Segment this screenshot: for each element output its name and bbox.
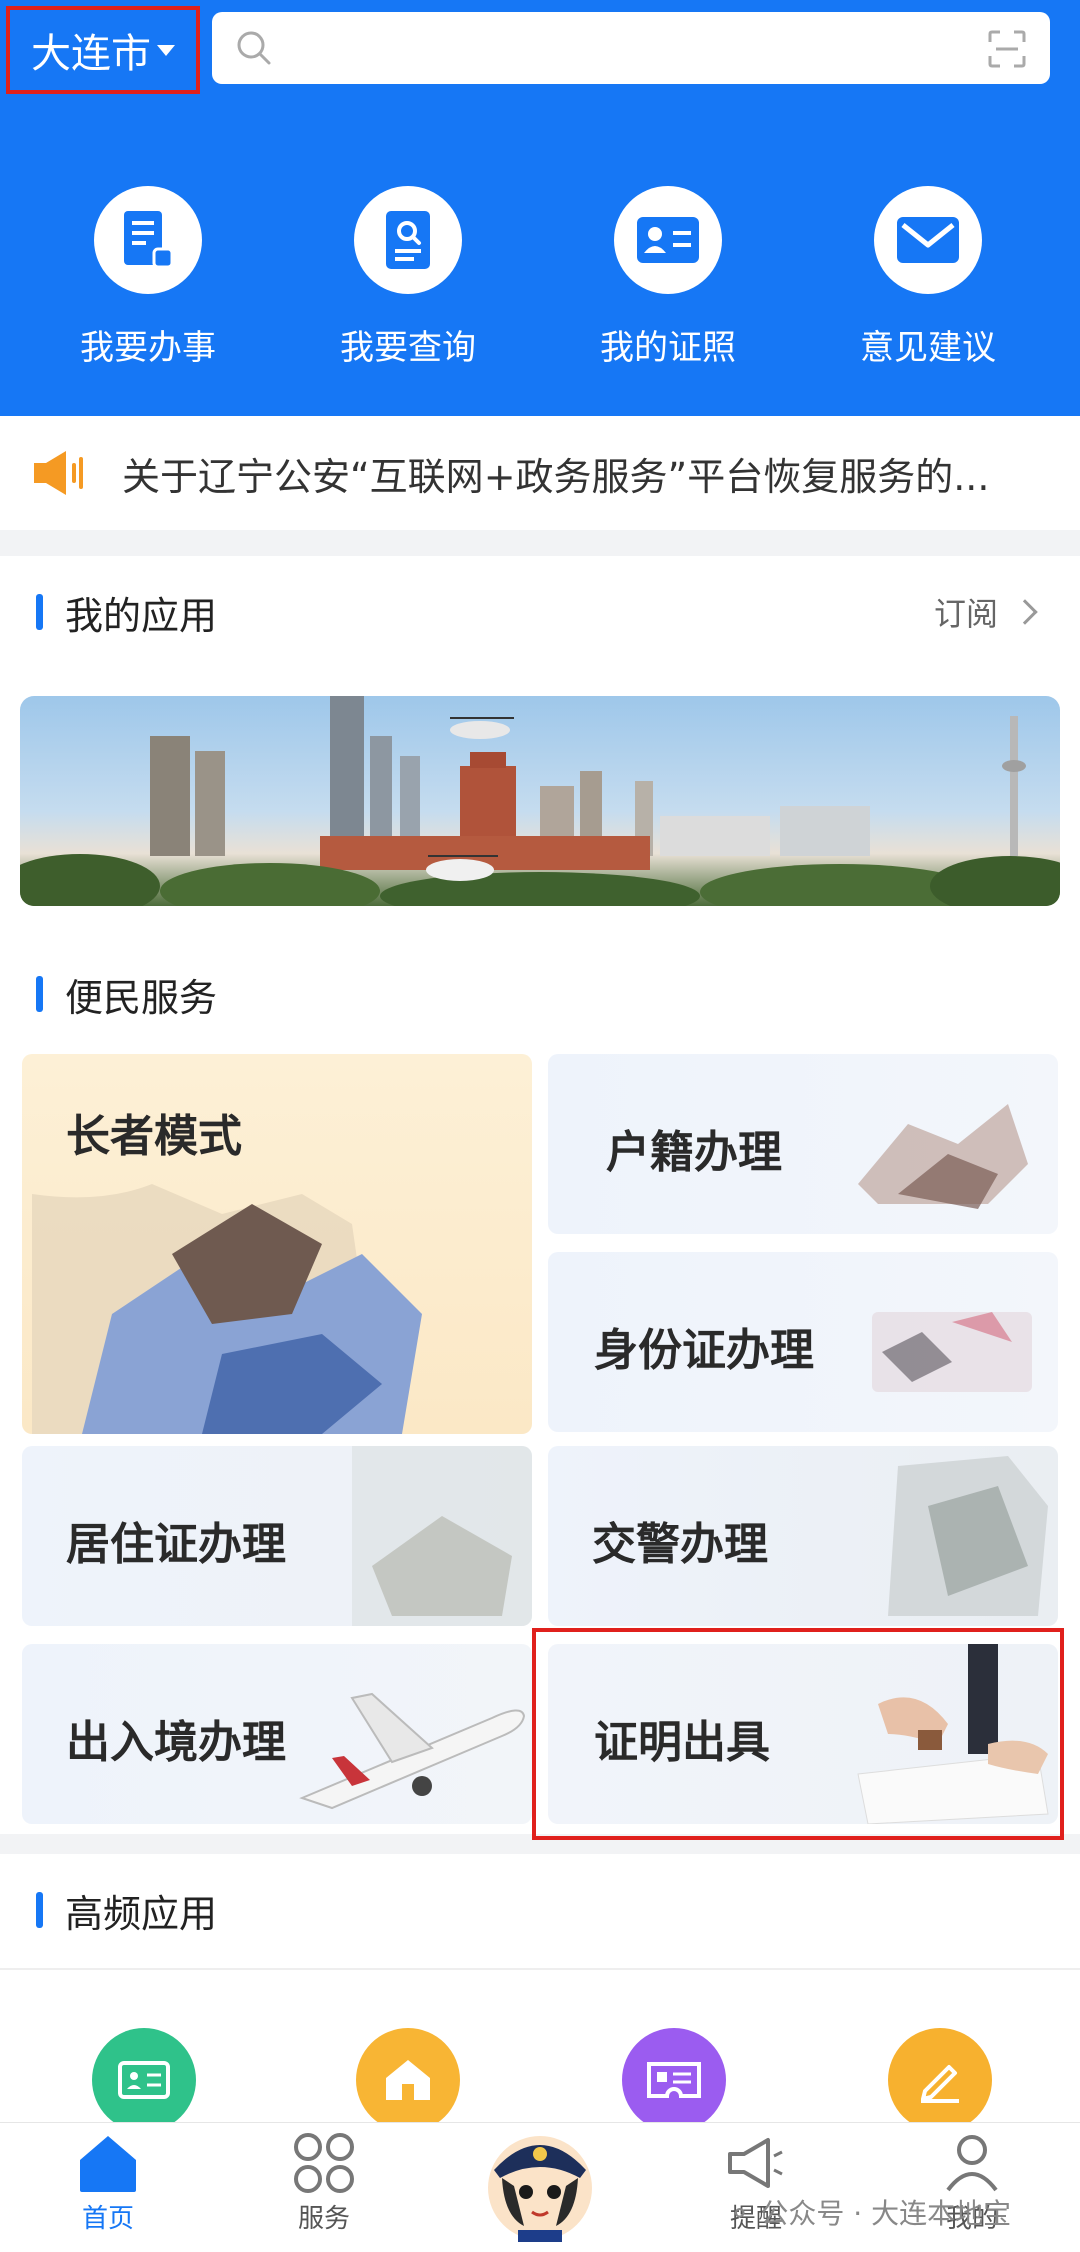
traffic-illustration xyxy=(888,1456,1048,1616)
card-id-card[interactable]: 身份证办理 xyxy=(548,1252,1058,1432)
quick-action-label: 我的证照 xyxy=(600,328,736,368)
section-accent-bar xyxy=(36,976,43,1012)
id-card-illustration xyxy=(872,1312,1032,1392)
watermark: ⚬ 公众号 · 大连本地宝 xyxy=(728,2192,1011,2232)
search-document-icon xyxy=(386,211,430,269)
document-icon xyxy=(124,211,174,269)
card-label: 居住证办理 xyxy=(66,1519,286,1570)
residence-illustration xyxy=(352,1446,532,1626)
notice-text: 关于辽宁公安“互联网+政务服务”平台恢复服务的... xyxy=(122,454,990,499)
my-apps-header: 我的应用 订阅 xyxy=(0,556,1080,668)
card-label: 出入境办理 xyxy=(66,1717,286,1768)
grid-apps-icon xyxy=(294,2133,354,2193)
quick-action-feedback[interactable]: 意见建议 xyxy=(828,186,1028,369)
quick-icon-circle xyxy=(614,186,722,294)
wechat-icon: ⚬ xyxy=(728,2197,752,2230)
card-label: 长者模式 xyxy=(66,1111,242,1162)
quick-action-label: 我要查询 xyxy=(340,328,476,368)
highlight-box xyxy=(532,1628,1064,1840)
quick-action-handle-affairs[interactable]: 我要办事 xyxy=(48,186,248,369)
quick-action-query[interactable]: 我要查询 xyxy=(308,186,508,369)
card-label: 交警办理 xyxy=(592,1519,768,1570)
banner-section xyxy=(0,668,1080,934)
chevron-right-icon xyxy=(1012,599,1038,625)
quick-action-label: 意见建议 xyxy=(860,328,996,368)
quick-icon-circle xyxy=(874,186,982,294)
search-bar[interactable] xyxy=(212,12,1050,84)
section-title: 我的应用 xyxy=(65,593,218,638)
card-household-registration[interactable]: 户籍办理 xyxy=(548,1054,1058,1234)
subscribe-label: 订阅 xyxy=(933,595,998,633)
section-title: 便民服务 xyxy=(65,975,218,1020)
header: 大连市 我要办事 我要查询 我的证照 意见建议 xyxy=(0,0,1080,416)
quick-action-my-licenses[interactable]: 我的证照 xyxy=(568,186,768,369)
police-mascot-icon[interactable] xyxy=(484,2126,596,2242)
search-icon xyxy=(237,31,271,65)
section-accent-bar xyxy=(36,594,43,630)
caret-down-icon xyxy=(157,44,175,56)
house-icon xyxy=(386,2060,430,2100)
card-label: 户籍办理 xyxy=(606,1127,782,1178)
card-label: 身份证办理 xyxy=(594,1325,814,1376)
card-exit-entry[interactable]: 出入境办理 xyxy=(22,1644,532,1824)
hf-app-house[interactable] xyxy=(356,2028,460,2132)
scan-icon[interactable] xyxy=(988,30,1026,68)
section-accent-bar xyxy=(36,1892,43,1928)
user-icon xyxy=(946,2135,998,2192)
id-card-icon xyxy=(637,217,699,263)
hf-app-id-card[interactable] xyxy=(92,2028,196,2132)
convenience-header: 便民服务 xyxy=(0,934,1080,1054)
city-label: 大连市 xyxy=(31,31,151,77)
pencil-icon xyxy=(921,2065,959,2103)
section-title: 高频应用 xyxy=(65,1891,218,1936)
household-illustration xyxy=(858,1104,1028,1209)
ticket-icon xyxy=(647,2062,701,2098)
card-elder-mode[interactable]: 长者模式 xyxy=(22,1054,532,1434)
subscribe-link[interactable]: 订阅 xyxy=(933,589,1038,635)
card-traffic-police[interactable]: 交警办理 xyxy=(548,1446,1058,1626)
high-frequency-header: 高频应用 xyxy=(0,1854,1080,1966)
tab-label: 首页 xyxy=(81,2204,134,2234)
divider xyxy=(0,1968,1080,1970)
hf-app-pencil[interactable] xyxy=(888,2028,992,2132)
megaphone-icon xyxy=(34,451,83,495)
quick-icon-circle xyxy=(94,186,202,294)
airplane-icon xyxy=(299,1692,526,1810)
city-selector[interactable]: 大连市 xyxy=(6,6,200,94)
notice-bar[interactable]: 关于辽宁公安“互联网+政务服务”平台恢复服务的... xyxy=(0,416,1080,530)
hf-app-ticket[interactable] xyxy=(622,2028,726,2132)
megaphone-icon xyxy=(728,2138,783,2188)
city-skyline-illustration xyxy=(20,696,1060,906)
tab-home[interactable]: 首页 xyxy=(38,2132,178,2235)
envelope-icon xyxy=(897,217,959,263)
id-card-icon xyxy=(118,2061,170,2099)
quick-icon-circle xyxy=(354,186,462,294)
tab-services[interactable]: 服务 xyxy=(254,2132,394,2235)
tab-label: 服务 xyxy=(297,2204,350,2234)
card-residence-permit[interactable]: 居住证办理 xyxy=(22,1446,532,1626)
watermark-text: 公众号 · 大连本地宝 xyxy=(760,2197,1012,2230)
city-banner-image[interactable] xyxy=(20,696,1060,906)
quick-action-label: 我要办事 xyxy=(80,328,216,368)
home-icon xyxy=(80,2136,136,2192)
